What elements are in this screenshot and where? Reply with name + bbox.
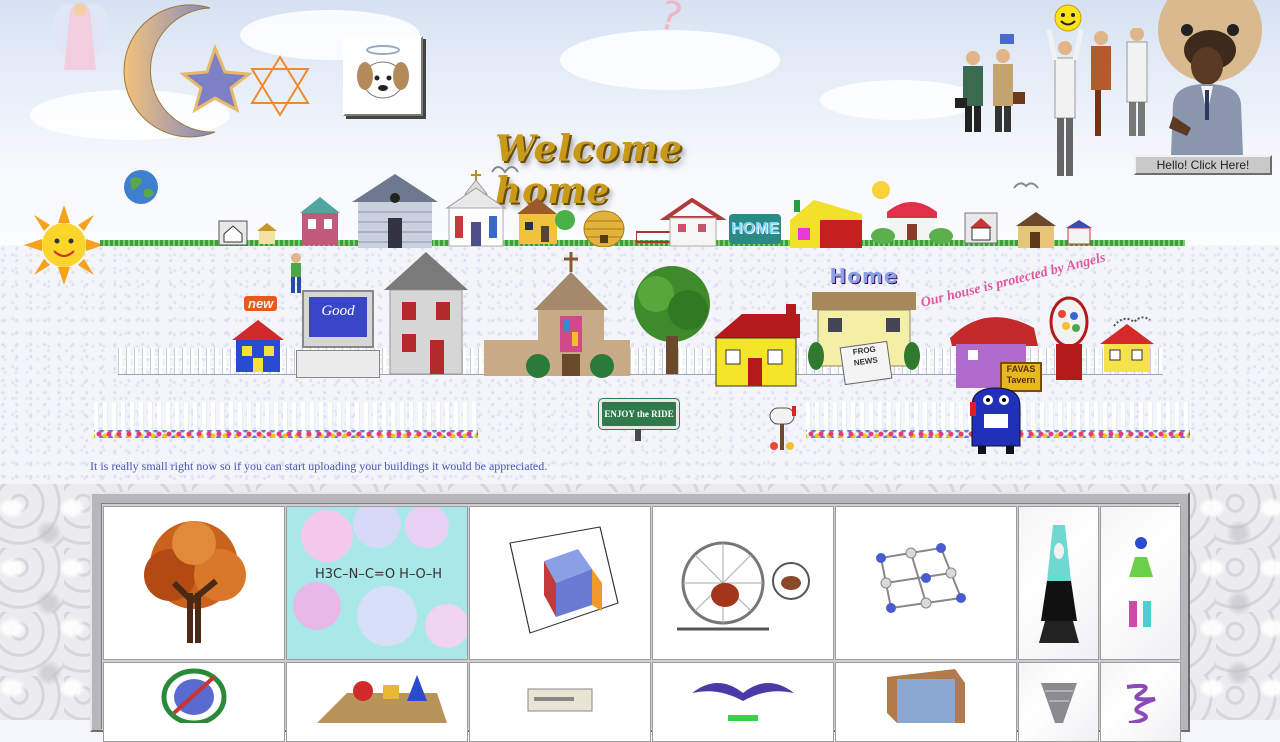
crescent-star-icon	[123, 4, 253, 138]
yellow-cottage-icon[interactable]	[515, 196, 575, 246]
home-roof-sign: Home	[829, 264, 899, 288]
crystal-lattice-icon	[876, 543, 966, 613]
welcome-heading: Welcome home	[495, 128, 684, 212]
gallery-table: H3C–N–C=O H–O–H	[101, 503, 1181, 742]
gallery-cell-chemistry-flasks[interactable]	[1100, 506, 1181, 660]
gray-stone-house-icon[interactable]	[350, 172, 440, 250]
framed-house-icon[interactable]	[964, 212, 998, 244]
business-people-image	[955, 28, 1148, 176]
computer-monitor[interactable]: Good	[302, 290, 374, 348]
frog-news-sign: FROG NEWS	[839, 340, 893, 386]
blue-house-icon[interactable]	[230, 318, 286, 374]
molecule-bubbles-icon: H3C–N–C=O H–O–H	[293, 507, 467, 648]
beehive-icon	[583, 210, 625, 247]
brown-house-icon	[1016, 212, 1056, 248]
white-church-icon[interactable]	[445, 168, 507, 248]
enjoy-the-ride-sign[interactable]: ENJOY the RIDE	[598, 398, 680, 430]
green-tree-icon	[634, 266, 710, 374]
desktop-computer-icon	[527, 688, 593, 712]
computer-keyboard	[296, 350, 380, 378]
thumbs-up-icon	[1000, 34, 1014, 44]
stained-glass-church-icon[interactable]	[482, 250, 632, 378]
chimney-smoke-icon	[1113, 316, 1151, 327]
gumball-machine-icon	[1049, 296, 1089, 380]
autumn-tree-icon	[144, 521, 246, 643]
gallery-cell-lava-lamp[interactable]	[1018, 506, 1099, 660]
gallery-cell-hamster-wheel[interactable]	[652, 506, 834, 660]
gallery-cell-3d-cube-plot[interactable]	[469, 506, 651, 660]
flying-bird-icon	[1013, 182, 1039, 189]
small-house-icon	[257, 223, 277, 244]
dog-portrait[interactable]	[343, 36, 423, 116]
sign-post	[635, 429, 641, 441]
tv-static-icon	[887, 669, 965, 723]
mailbox-small-icon	[769, 406, 796, 450]
hello-click-here-button[interactable]: Hello! Click Here!	[1134, 155, 1272, 175]
flower-bed-left	[94, 430, 478, 438]
home-sign-button[interactable]: HOME	[729, 214, 781, 244]
spring-coil-icon	[1126, 683, 1156, 723]
victorian-house-icon[interactable]	[296, 195, 344, 247]
molecule-formula: H3C–N–C=O H–O–H	[315, 567, 442, 582]
gallery-cell-crystal-lattice[interactable]	[835, 506, 1017, 660]
gallery-cell-atom-orbit[interactable]	[103, 662, 285, 742]
businessman-image	[1169, 47, 1243, 156]
upload-request-note: It is really small right now so if you c…	[90, 459, 548, 473]
geometric-shapes-icon	[317, 675, 447, 723]
gallery-cell-spring-coil[interactable]	[1100, 662, 1181, 742]
star-of-david-icon	[250, 55, 310, 117]
gallery-frame: H3C–N–C=O H–O–H	[90, 492, 1190, 742]
hamster-wheel-icon	[677, 541, 810, 631]
dog-angel-icon	[357, 45, 409, 99]
gallery-cell-3d-shapes[interactable]	[286, 662, 468, 742]
gallery-cell-desktop-machine[interactable]	[469, 662, 651, 742]
smiling-sun-icon	[24, 205, 104, 285]
gallery-cell-autumn-tree[interactable]	[103, 506, 285, 660]
monitor-screen: Good	[309, 297, 367, 337]
yellow-red-house-icon[interactable]	[788, 198, 863, 250]
tiny-house-icon	[1066, 220, 1092, 245]
new-badge: new	[244, 296, 278, 311]
home-button-icon[interactable]	[218, 220, 248, 246]
gallery-cell-tv-static[interactable]	[835, 662, 1017, 742]
gallery-cell-flying-bird[interactable]	[652, 662, 834, 742]
gray-two-story-house-icon[interactable]	[382, 250, 470, 376]
gallery-cell-tornado[interactable]	[1018, 662, 1099, 742]
chemistry-flask-icon	[1128, 537, 1153, 627]
cube-plot-icon	[509, 526, 619, 634]
flying-bird-large-icon	[692, 683, 794, 721]
tornado-icon	[1040, 683, 1077, 723]
atom-orbit-icon	[161, 668, 227, 723]
blue-mailbox-character-icon[interactable]	[968, 386, 1024, 456]
angel-image	[52, 3, 110, 70]
red-roof-house-icon[interactable]	[636, 198, 726, 248]
gallery-cell-chemistry-molecules[interactable]: H3C–N–C=O H–O–H	[286, 506, 468, 660]
yellow-house-icon[interactable]	[712, 302, 802, 388]
heart-roof-cottage-icon[interactable]	[865, 178, 955, 248]
lava-lamp-icon	[1038, 525, 1079, 643]
earth-globe-icon	[124, 170, 158, 204]
